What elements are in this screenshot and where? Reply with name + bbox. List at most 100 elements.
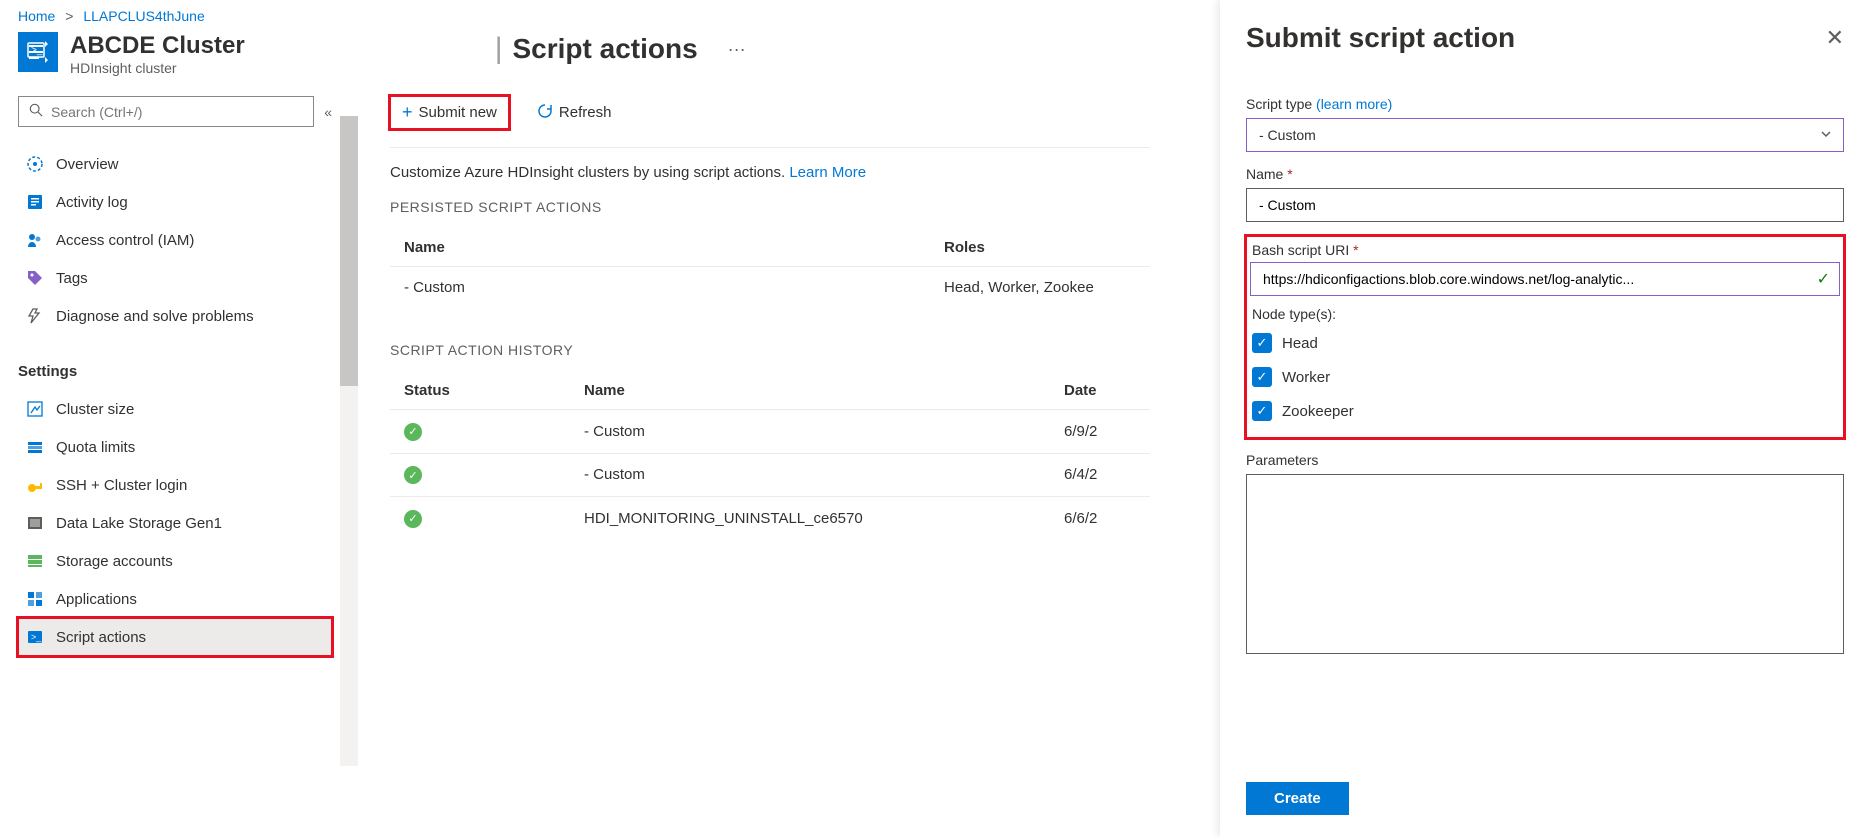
search-input[interactable] (51, 104, 303, 120)
table-row[interactable]: - CustomHead, Worker, Zookee (390, 266, 1150, 308)
sidebar-item-label: Quota limits (56, 439, 135, 456)
cell-status: ✓ (404, 509, 584, 528)
close-icon[interactable]: ✕ (1826, 25, 1844, 51)
plus-icon: + (402, 102, 413, 123)
sidebar-item-overview[interactable]: Overview (18, 145, 332, 183)
sidebar-item-label: Tags (56, 270, 88, 287)
cell-name: - Custom (584, 466, 1064, 483)
node-check-worker[interactable]: ✓Worker (1250, 360, 1840, 394)
sidebar-item-label: Script actions (56, 629, 146, 646)
parameters-label: Parameters (1246, 452, 1844, 468)
cell-roles: Head, Worker, Zookee (944, 279, 1136, 296)
submit-new-button[interactable]: + Submit new (390, 96, 509, 129)
cluster-name: ABCDE Cluster (70, 32, 245, 60)
learn-more-link[interactable]: (learn more) (1316, 96, 1392, 112)
bash-uri-input[interactable] (1250, 262, 1840, 296)
sidebar-item-label: Applications (56, 591, 137, 608)
sidebar-item-quota-limits[interactable]: Quota limits (18, 428, 332, 466)
sidebar-item-access-control-iam-[interactable]: Access control (IAM) (18, 221, 332, 259)
script-icon: >_ (26, 628, 44, 646)
more-menu-icon[interactable]: ··· (728, 39, 746, 60)
checkbox-label: Zookeeper (1282, 403, 1354, 420)
node-check-head[interactable]: ✓Head (1250, 326, 1840, 360)
cluster-icon: >_ (18, 32, 58, 72)
checkbox-icon: ✓ (1252, 367, 1272, 387)
checkbox-label: Head (1282, 335, 1318, 352)
table-row[interactable]: ✓ - Custom6/9/2 (390, 409, 1150, 453)
cell-name: - Custom (584, 423, 1064, 440)
refresh-label: Refresh (559, 104, 612, 121)
sidebar-item-ssh-cluster-login[interactable]: SSH + Cluster login (18, 466, 332, 504)
cell-date: 6/6/2 (1064, 510, 1136, 527)
search-box[interactable] (18, 96, 314, 127)
dl-icon (26, 514, 44, 532)
sidebar-item-label: Storage accounts (56, 553, 173, 570)
script-type-select[interactable]: - Custom (1246, 118, 1844, 152)
sidebar-item-label: Overview (56, 156, 119, 173)
breadcrumb-sep: > (65, 8, 73, 24)
cell-date: 6/9/2 (1064, 423, 1136, 440)
sidebar-item-diagnose-and-solve-problems[interactable]: Diagnose and solve problems (18, 297, 332, 335)
col-header-status: Status (404, 382, 584, 399)
cell-name: HDI_MONITORING_UNINSTALL_ce6570 (584, 510, 1064, 527)
svg-text:>_: >_ (31, 632, 42, 642)
svg-text:>_: >_ (31, 45, 43, 56)
iam-icon (26, 231, 44, 249)
node-types-label: Node type(s): (1250, 306, 1840, 322)
success-icon: ✓ (404, 466, 422, 484)
learn-more-link[interactable]: Learn More (789, 164, 866, 181)
sidebar-item-applications[interactable]: Applications (18, 580, 332, 618)
breadcrumb-home[interactable]: Home (18, 8, 55, 24)
script-type-label: Script type (learn more) (1246, 96, 1844, 112)
title-separator: | (495, 32, 503, 66)
success-icon: ✓ (404, 423, 422, 441)
uri-label: Bash script URI * (1250, 242, 1840, 258)
diagnose-icon (26, 307, 44, 325)
col-header-name: Name (404, 239, 944, 256)
checkbox-icon: ✓ (1252, 401, 1272, 421)
search-icon (29, 103, 43, 120)
name-label: Name * (1246, 166, 1844, 182)
sidebar-item-data-lake-storage-gen1[interactable]: Data Lake Storage Gen1 (18, 504, 332, 542)
cell-status: ✓ (404, 466, 584, 485)
cluster-title-block: ABCDE Cluster HDInsight cluster (70, 32, 245, 76)
persisted-section-label: PERSISTED SCRIPT ACTIONS (390, 191, 1150, 229)
sidebar-item-storage-accounts[interactable]: Storage accounts (18, 542, 332, 580)
sidebar-item-label: Data Lake Storage Gen1 (56, 515, 222, 532)
sidebar-item-script-actions[interactable]: >_ Script actions (18, 618, 332, 656)
col-header-name: Name (584, 382, 1064, 399)
sidebar-item-activity-log[interactable]: Activity log (18, 183, 332, 221)
apps-icon (26, 590, 44, 608)
sidebar-item-label: Diagnose and solve problems (56, 308, 254, 325)
cluster-type: HDInsight cluster (70, 60, 245, 76)
page-title: Script actions (513, 33, 698, 65)
sidebar-settings-title: Settings (18, 353, 332, 390)
cell-name: - Custom (404, 279, 944, 296)
parameters-input[interactable] (1246, 474, 1844, 654)
sidebar-item-label: Activity log (56, 194, 128, 211)
cell-status: ✓ (404, 422, 584, 441)
size-icon (26, 400, 44, 418)
storage-icon (26, 552, 44, 570)
col-header-date: Date (1064, 382, 1136, 399)
refresh-button[interactable]: Refresh (525, 97, 624, 129)
table-row[interactable]: ✓ - Custom6/4/2 (390, 453, 1150, 497)
create-button[interactable]: Create (1246, 782, 1349, 815)
node-check-zookeeper[interactable]: ✓ Zookeeper (1250, 394, 1840, 428)
cell-date: 6/4/2 (1064, 466, 1136, 483)
breadcrumb-cluster[interactable]: LLAPCLUS4thJune (83, 8, 204, 24)
name-input[interactable] (1246, 188, 1844, 222)
sidebar-item-tags[interactable]: Tags (18, 259, 332, 297)
sidebar-scrollbar[interactable] (340, 116, 358, 766)
check-icon: ✓ (1817, 269, 1830, 289)
success-icon: ✓ (404, 510, 422, 528)
sidebar-item-label: SSH + Cluster login (56, 477, 187, 494)
collapse-sidebar-icon[interactable]: « (324, 104, 332, 120)
table-row[interactable]: ✓ HDI_MONITORING_UNINSTALL_ce65706/6/2 (390, 496, 1150, 540)
overview-icon (26, 155, 44, 173)
scrollbar-thumb[interactable] (340, 116, 358, 386)
history-section-label: SCRIPT ACTION HISTORY (390, 334, 1150, 372)
sidebar-item-cluster-size[interactable]: Cluster size (18, 390, 332, 428)
sidebar: « Overview Activity log Access control (IA… (0, 96, 350, 674)
log-icon (26, 193, 44, 211)
